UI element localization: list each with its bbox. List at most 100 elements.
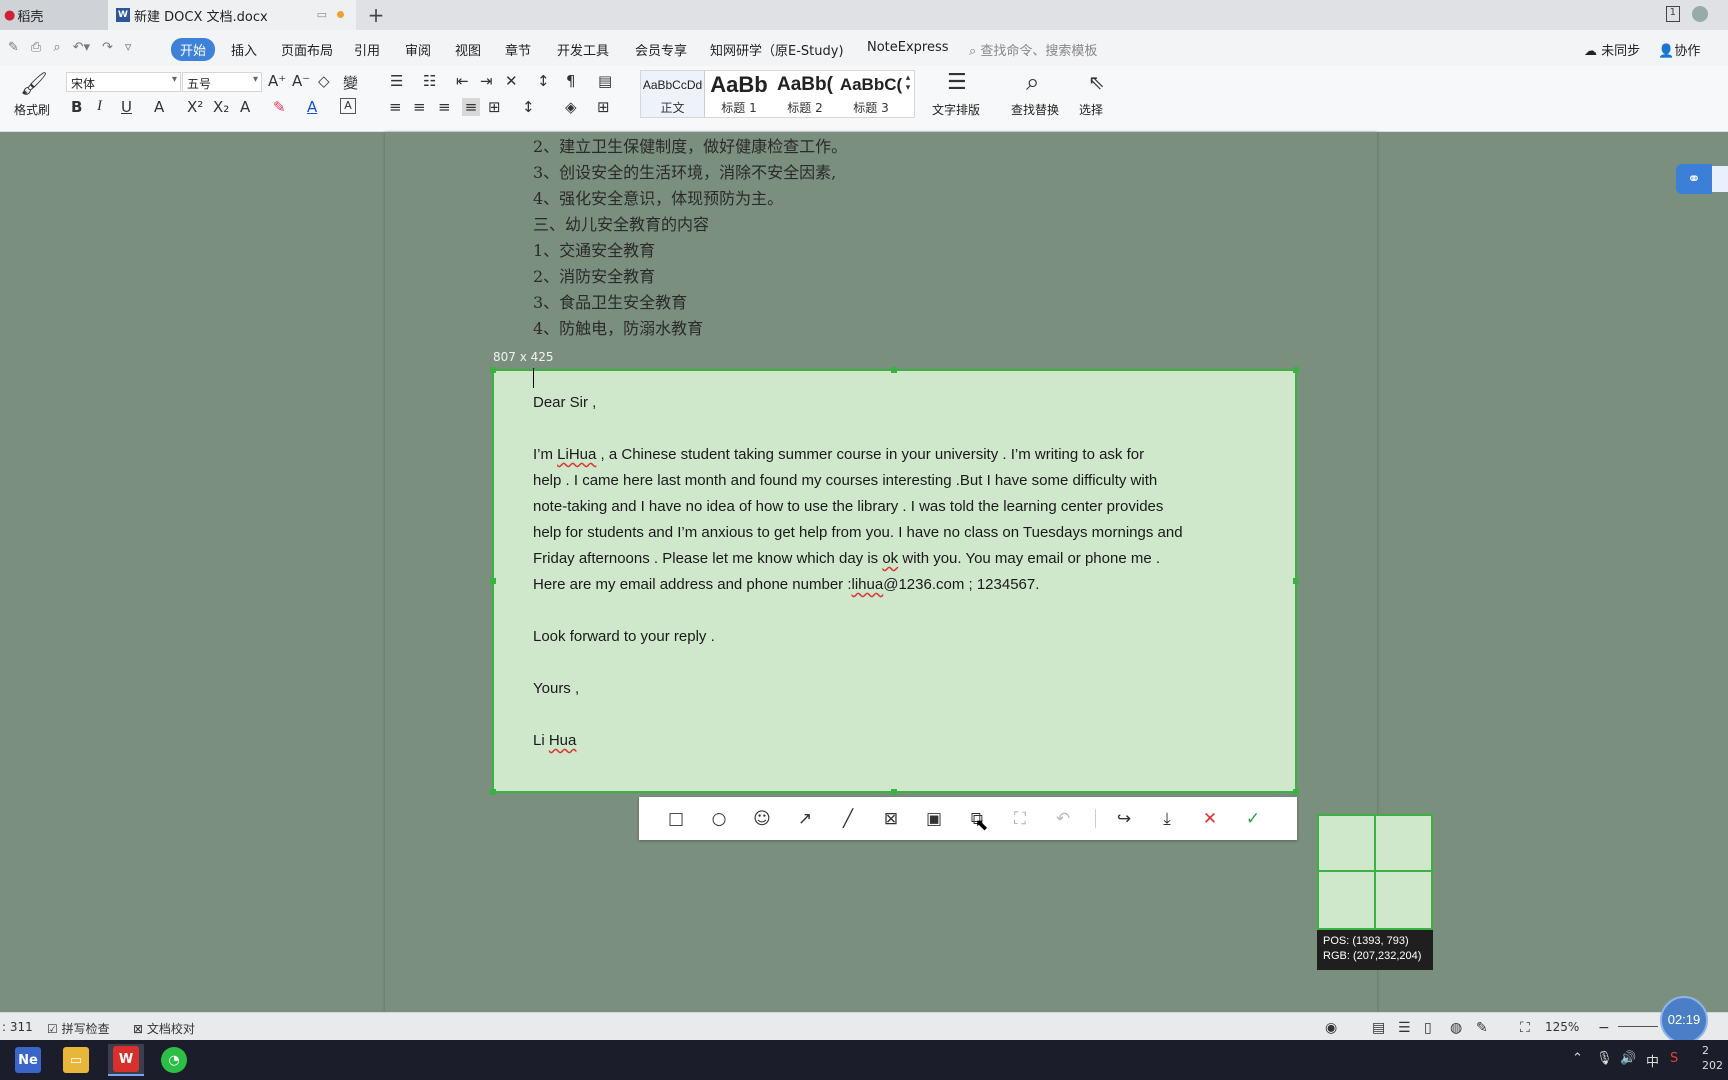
grow-font-icon[interactable]: A⁺ [268,72,286,90]
menu-start[interactable]: 开始 [171,38,216,61]
select-cursor-icon[interactable]: ⇖ [1088,70,1105,94]
align-right-icon[interactable]: ≡ [438,98,451,116]
pinyin-icon[interactable]: 變 [343,72,358,93]
superscript-icon[interactable]: X² [187,98,203,116]
style-heading2[interactable]: AaBb( 标题 2 [773,71,837,117]
chinese-layout-icon[interactable]: ✕ [505,72,518,90]
web-view-icon[interactable]: ◍ [1450,1020,1462,1036]
cloud-service-icon[interactable]: ⚭ [1676,164,1712,194]
ime-indicator[interactable]: 中 [1646,1051,1659,1070]
sync-button[interactable]: ☁ 未同步 [1584,40,1640,59]
underline-icon[interactable]: U [121,98,132,116]
borders-icon[interactable]: ⊞ [597,98,610,116]
menu-page-layout[interactable]: 页面布局 [281,40,333,59]
number-list-icon[interactable]: ☷ [423,72,436,90]
emoji-tool-icon[interactable]: ☺ [751,808,773,830]
menu-estudy[interactable]: 知网研学（原E-Study) [710,40,844,59]
zoom-slider[interactable] [1618,1026,1658,1027]
format-painter-icon[interactable]: 🖌 [20,72,48,97]
ellipse-tool-icon[interactable]: ○ [708,808,730,830]
spell-check-button[interactable]: ☑ 拼写检查 [47,1020,110,1037]
taskbar-explorer[interactable]: ▭ [58,1044,94,1076]
resize-handle[interactable] [1293,578,1299,584]
menu-references[interactable]: 引用 [354,40,380,59]
resize-handle[interactable] [490,789,496,795]
menu-insert[interactable]: 插入 [231,40,257,59]
microphone-icon[interactable]: 🎙 [1596,1051,1613,1066]
taskbar-noteexpress[interactable]: Ne [10,1044,46,1076]
increase-indent-icon[interactable]: ⇥ [480,72,493,90]
print-icon[interactable]: ⎙ [31,40,41,55]
font-name-select[interactable]: 宋体 [66,72,181,92]
cancel-icon[interactable]: ✕ [1199,808,1221,830]
font-size-select[interactable]: 五号 [182,72,262,92]
arrow-tool-icon[interactable]: ↗ [794,808,816,830]
resize-handle[interactable] [490,578,496,584]
menu-developer[interactable]: 开发工具 [557,40,609,59]
menu-member[interactable]: 会员专享 [635,40,687,59]
window-mode-icon[interactable]: ▭ [317,8,327,21]
doc-proof-button[interactable]: ⊠ 文档校对 [133,1020,195,1037]
clear-format-icon[interactable]: ◇ [318,72,330,90]
show-marks-icon[interactable]: ¶ [566,72,576,90]
fit-page-icon[interactable]: ⛶ [1520,1020,1530,1036]
ocr-tool-icon[interactable]: ⛶ [1009,808,1031,830]
bold-icon[interactable]: B [71,98,82,116]
line-spacing-icon[interactable]: ↕ [522,98,535,116]
taskbar-wps[interactable]: W [108,1044,144,1076]
collab-button[interactable]: 👤协作 [1658,40,1700,59]
new-tab-button[interactable]: + [364,2,388,28]
menu-view[interactable]: 视图 [455,40,481,59]
text-tool-icon[interactable]: ▣ [923,808,945,830]
style-heading1[interactable]: AaBb 标题 1 [707,71,771,117]
word-count[interactable]: : 311 [2,1020,33,1034]
find-replace-label[interactable]: 查找替换 [1011,101,1059,118]
window-badge-icon[interactable]: 1 [1665,6,1680,22]
decrease-indent-icon[interactable]: ⇤ [456,72,469,90]
volume-icon[interactable]: 🔊 [1620,1051,1636,1066]
style-heading3[interactable]: AaBbC( 标题 3 [839,71,903,117]
redo-icon[interactable]: ↷ [102,40,113,55]
style-scroll-icon[interactable]: ▴ ▾ [903,73,913,93]
menu-review[interactable]: 审阅 [405,40,431,59]
resize-handle[interactable] [1293,789,1299,795]
shading-icon[interactable]: ◈ [565,98,577,116]
style-normal[interactable]: AaBbCcDd 正文 [641,71,705,117]
find-icon[interactable]: ⌕ [1026,68,1039,96]
text-layout-icon[interactable]: ☰ [947,70,967,95]
share-icon[interactable]: ↪ [1113,808,1135,830]
brush-icon[interactable]: ✎ [8,40,19,55]
pen-tool-icon[interactable]: ╱ [837,808,859,830]
command-search[interactable]: ⌕ 查找命令、搜索模板 [969,40,1097,59]
outline-view-icon[interactable]: ☰ [1398,1020,1411,1036]
confirm-icon[interactable]: ✓ [1242,808,1264,830]
menu-section[interactable]: 章节 [505,40,531,59]
char-border-icon[interactable]: A [340,98,356,114]
shrink-font-icon[interactable]: A⁻ [292,72,310,90]
font-color-icon[interactable]: A [307,98,317,116]
download-icon[interactable]: ⤓ [1156,808,1178,830]
menu-noteexpress[interactable]: NoteExpress [867,40,949,55]
avatar[interactable] [1692,6,1708,22]
subscript-icon[interactable]: X₂ [213,98,229,116]
page-view-icon[interactable]: ▤ [1372,1020,1385,1036]
customize-icon[interactable]: ▿ [125,40,132,55]
undo-icon[interactable]: ↶▾ [73,40,90,55]
justify-icon[interactable]: ≡ [462,98,480,116]
clock[interactable]: 2 202 [1702,1043,1723,1073]
text-layout-label[interactable]: 文字排版 [932,101,980,118]
tab-daoke[interactable]: ● 稻壳 [0,0,108,30]
print-preview-icon[interactable]: ⌕ [53,40,60,55]
rectangle-tool-icon[interactable]: □ [665,808,687,830]
recording-timer[interactable]: 02:19 [1660,996,1708,1044]
text-effect-icon[interactable]: A [240,98,250,116]
strikethrough-icon[interactable]: A [154,98,164,116]
highlight-icon[interactable]: ✎ [273,98,286,116]
distribute-icon[interactable]: ⊞ [488,98,501,116]
align-left-icon[interactable]: ≡ [389,98,402,116]
bullet-list-icon[interactable]: ☰ [390,72,403,90]
resize-handle[interactable] [891,367,897,373]
align-center-icon[interactable]: ≡ [413,98,426,116]
eye-protection-icon[interactable]: ◉ [1325,1020,1337,1036]
taskbar-wechat[interactable]: ◔ [156,1044,192,1076]
